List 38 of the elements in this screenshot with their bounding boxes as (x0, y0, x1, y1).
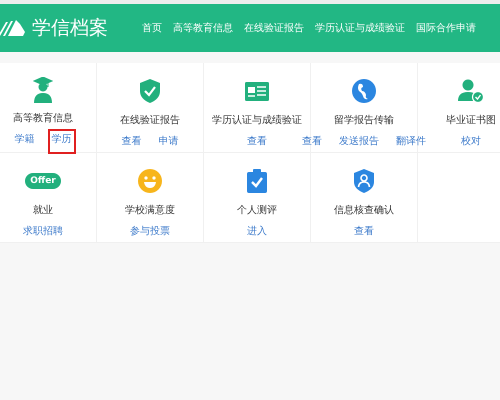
service-link[interactable]: 翻译件 (392, 131, 430, 151)
offer-badge: Offer (25, 173, 61, 189)
service-title: 信息核查确认 (334, 204, 394, 217)
service-title: 学历认证与成绩验证 (212, 114, 302, 127)
service-link[interactable]: 学历 (48, 129, 76, 154)
service-title: 在线验证报告 (120, 114, 180, 127)
service-link[interactable]: 查看 (118, 131, 146, 151)
nav-link[interactable]: 首页 (142, 21, 162, 35)
person-check-icon (458, 79, 484, 103)
service-title: 毕业证书图 (446, 114, 496, 127)
nav-link[interactable]: 高等教育信息 (173, 21, 233, 35)
site-logo-text[interactable]: 学信档案 (32, 15, 108, 41)
graduate-icon (33, 77, 53, 103)
service-link[interactable]: 参与投票 (126, 221, 174, 241)
service-link[interactable]: 查看 (298, 131, 326, 151)
clipboard-check-icon (247, 169, 267, 193)
service-link[interactable]: 求职招聘 (19, 221, 67, 241)
shield-check-icon (140, 79, 160, 103)
nav-link[interactable]: 学历认证与成绩验证 (315, 21, 405, 35)
service-link[interactable]: 查看 (243, 131, 271, 151)
service-link[interactable]: 查看 (350, 221, 378, 241)
service-title: 学校满意度 (125, 204, 175, 217)
service-title: 个人测评 (237, 204, 277, 217)
nav-link[interactable]: 国际合作申请 (416, 21, 476, 35)
id-card-icon (245, 82, 269, 100)
service-title: 留学报告传输 (334, 114, 394, 127)
book-logo-icon (0, 18, 26, 38)
service-link[interactable]: 申请 (154, 131, 182, 151)
globe-icon (352, 79, 376, 103)
smiley-icon (138, 169, 162, 193)
service-link[interactable]: 学籍 (10, 129, 38, 154)
service-title: 高等教育信息 (13, 112, 73, 125)
service-link[interactable]: 进入 (243, 221, 271, 241)
shield-person-icon (354, 169, 374, 193)
service-link[interactable]: 校对 (457, 131, 485, 151)
service-title: 就业 (33, 204, 53, 217)
nav-link[interactable]: 在线验证报告 (244, 21, 304, 35)
service-link[interactable]: 发送报告 (335, 131, 383, 151)
